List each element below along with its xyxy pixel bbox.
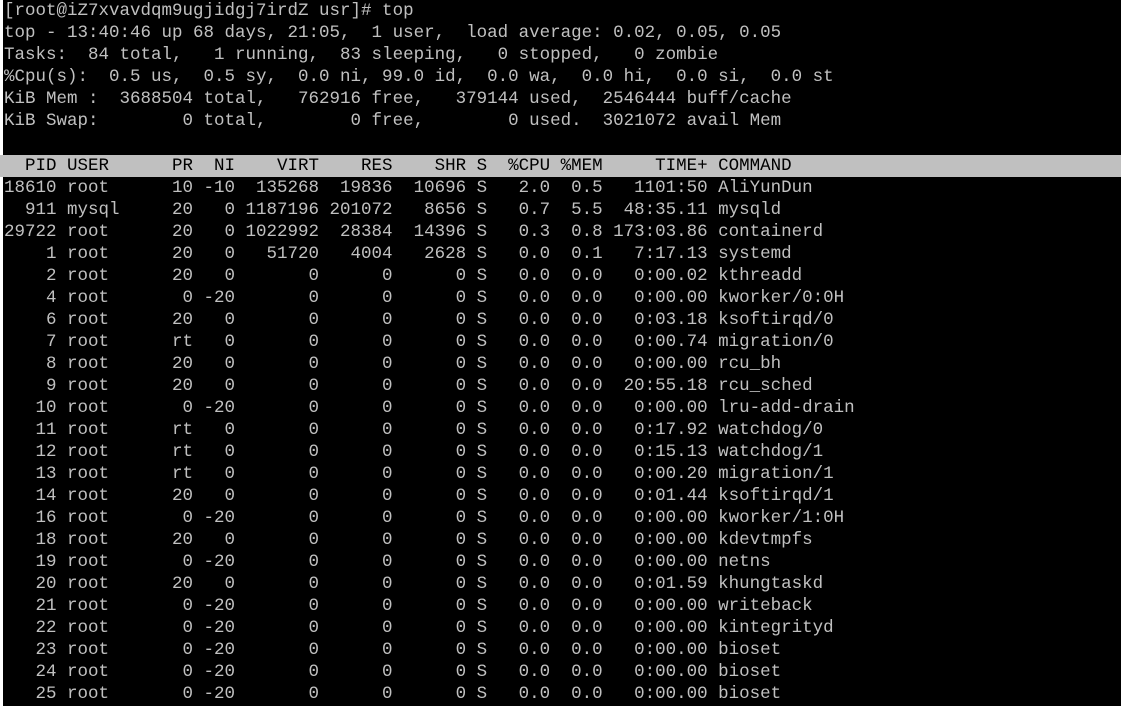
process-row: 6 root 20 0 0 0 0 S 0.0 0.0 0:03.18 ksof… (4, 310, 834, 330)
tasks-line: Tasks: 84 total, 1 running, 83 sleeping,… (4, 45, 719, 65)
process-row: 7 root rt 0 0 0 0 S 0.0 0.0 0:00.74 migr… (4, 332, 834, 352)
process-row: 1 root 20 0 51720 4004 2628 S 0.0 0.1 7:… (4, 244, 792, 264)
process-row: 2 root 20 0 0 0 0 S 0.0 0.0 0:00.02 kthr… (4, 266, 803, 286)
process-row: 13 root rt 0 0 0 0 S 0.0 0.0 0:00.20 mig… (4, 464, 834, 484)
cpu-line: %Cpu(s): 0.5 us, 0.5 sy, 0.0 ni, 99.0 id… (4, 67, 834, 87)
memory-line: KiB Mem : 3688504 total, 762916 free, 37… (4, 89, 792, 109)
swap-line: KiB Swap: 0 total, 0 free, 0 used. 30210… (4, 111, 782, 131)
process-row: 11 root rt 0 0 0 0 S 0.0 0.0 0:17.92 wat… (4, 420, 824, 440)
left-edge-bar (0, 0, 3, 706)
process-row: 911 mysql 20 0 1187196 201072 8656 S 0.7… (4, 200, 782, 220)
process-row: 29722 root 20 0 1022992 28384 14396 S 0.… (4, 222, 824, 242)
process-row: 24 root 0 -20 0 0 0 S 0.0 0.0 0:00.00 bi… (4, 662, 782, 682)
process-row: 23 root 0 -20 0 0 0 S 0.0 0.0 0:00.00 bi… (4, 640, 782, 660)
process-row: 4 root 0 -20 0 0 0 S 0.0 0.0 0:00.00 kwo… (4, 288, 845, 308)
process-row: 20 root 20 0 0 0 0 S 0.0 0.0 0:01.59 khu… (4, 574, 824, 594)
process-row: 10 root 0 -20 0 0 0 S 0.0 0.0 0:00.00 lr… (4, 398, 855, 418)
command-prompt: [root@iZ7xvavdqm9ugjidgj7irdZ usr]# top (4, 1, 414, 21)
process-row: 21 root 0 -20 0 0 0 S 0.0 0.0 0:00.00 wr… (4, 596, 813, 616)
process-row: 8 root 20 0 0 0 0 S 0.0 0.0 0:00.00 rcu_… (4, 354, 782, 374)
process-row: 19 root 0 -20 0 0 0 S 0.0 0.0 0:00.00 ne… (4, 552, 771, 572)
process-row: 25 root 0 -20 0 0 0 S 0.0 0.0 0:00.00 bi… (4, 684, 782, 704)
process-row: 18610 root 10 -10 135268 19836 10696 S 2… (4, 178, 813, 198)
uptime-line: top - 13:40:46 up 68 days, 21:05, 1 user… (4, 23, 782, 43)
terminal-window[interactable]: [root@iZ7xvavdqm9ugjidgj7irdZ usr]# top … (0, 0, 1121, 706)
process-row: 14 root 20 0 0 0 0 S 0.0 0.0 0:01.44 kso… (4, 486, 834, 506)
process-table-header-text: PID USER PR NI VIRT RES SHR S %CPU %MEM … (4, 156, 792, 176)
process-row: 12 root rt 0 0 0 0 S 0.0 0.0 0:15.13 wat… (4, 442, 824, 462)
process-row: 22 root 0 -20 0 0 0 S 0.0 0.0 0:00.00 ki… (4, 618, 834, 638)
process-row: 18 root 20 0 0 0 0 S 0.0 0.0 0:00.00 kde… (4, 530, 813, 550)
process-row: 16 root 0 -20 0 0 0 S 0.0 0.0 0:00.00 kw… (4, 508, 845, 528)
process-row: 9 root 20 0 0 0 0 S 0.0 0.0 20:55.18 rcu… (4, 376, 813, 396)
